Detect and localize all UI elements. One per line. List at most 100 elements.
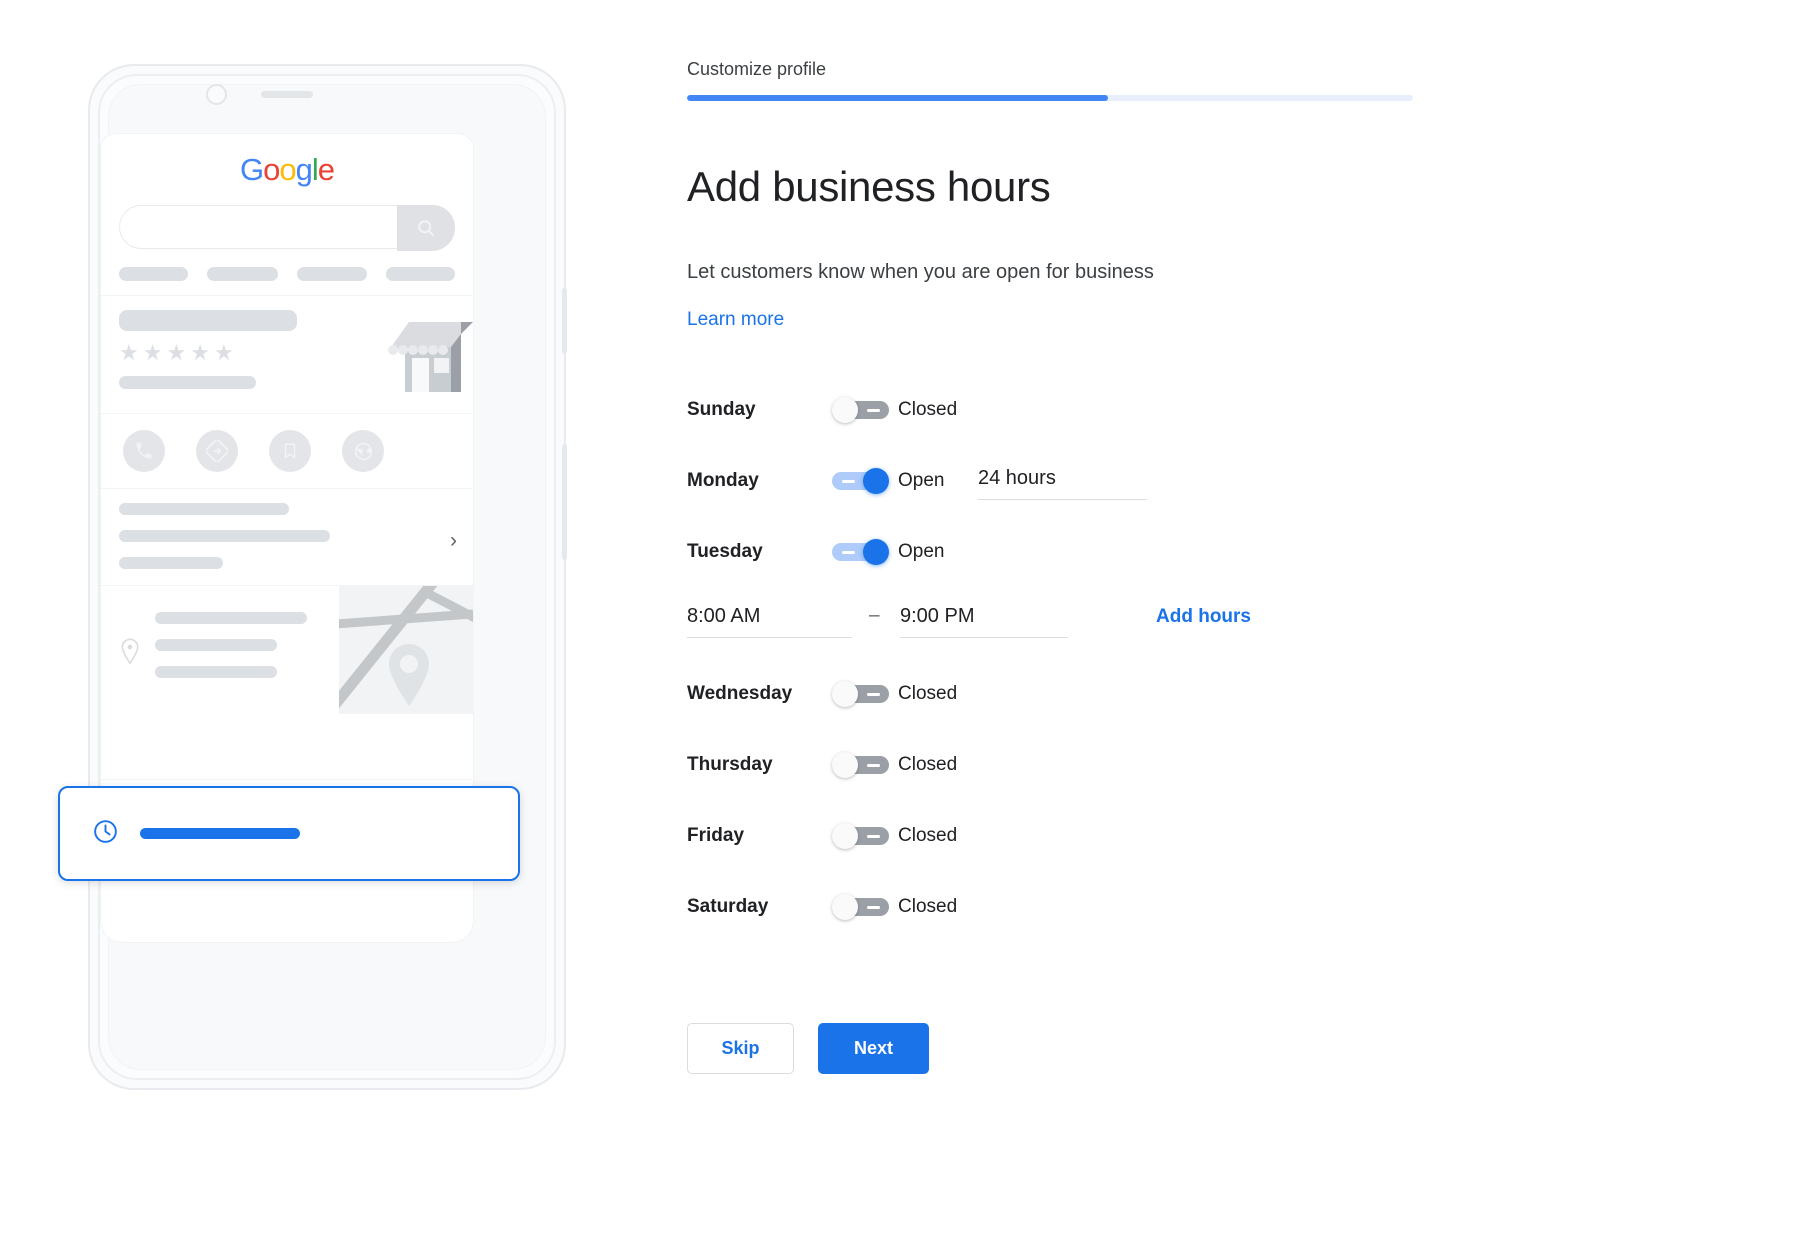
day-label-monday: Monday	[687, 470, 759, 491]
address-line-placeholder	[155, 612, 307, 624]
day-row-saturday: Saturday Closed	[687, 882, 1387, 953]
toggle-dash	[867, 906, 880, 909]
time-range-separator: –	[869, 605, 880, 626]
page-subtitle: Let customers know when you are open for…	[687, 261, 1154, 283]
progress-bar-fill	[687, 95, 1109, 101]
day-label-sunday: Sunday	[687, 399, 756, 420]
toggle-knob	[832, 752, 858, 778]
step-label: Customize profile	[687, 59, 827, 79]
day-toggle-tuesday[interactable]	[832, 539, 889, 565]
day-toggle-thursday[interactable]	[832, 752, 889, 778]
business-category-placeholder	[119, 376, 256, 389]
day-row-monday: Monday Open	[687, 456, 1387, 527]
day-label-wednesday: Wednesday	[687, 683, 793, 704]
star-icon: ★	[213, 340, 234, 365]
form-panel: Customize profile Add business hours Let…	[687, 0, 1808, 1238]
day-toggle-wednesday[interactable]	[832, 681, 889, 707]
search-icon[interactable]	[397, 205, 455, 251]
chip-placeholder	[297, 267, 367, 281]
phone-info-section[interactable]: ›	[101, 488, 473, 585]
directions-icon[interactable]	[196, 430, 238, 472]
day-toggle-sunday[interactable]	[832, 397, 889, 423]
phone-address-section[interactable]	[101, 585, 473, 714]
toggle-dash	[842, 551, 855, 554]
globe-icon[interactable]	[342, 430, 384, 472]
phone-preview-panel: Google ★ ★ ★ ★ ★ ›	[0, 0, 680, 1238]
toggle-dash	[867, 835, 880, 838]
phone-search-bar[interactable]	[119, 205, 455, 251]
day-label-thursday: Thursday	[687, 754, 773, 775]
bookmark-icon[interactable]	[269, 430, 311, 472]
toggle-dash	[867, 409, 880, 412]
star-icon: ★	[119, 340, 139, 365]
day-toggle-monday[interactable]	[832, 468, 889, 494]
chip-placeholder	[119, 267, 189, 281]
day-row-wednesday: Wednesday Closed	[687, 669, 1387, 740]
page-title: Add business hours	[687, 163, 1051, 210]
page-root: Google ★ ★ ★ ★ ★ › Customize profile Add…	[0, 0, 1808, 1238]
add-hours-link[interactable]: Add hours	[1156, 606, 1251, 628]
toggle-dash	[842, 480, 855, 483]
address-line-placeholder	[155, 666, 277, 678]
info-line-placeholder	[119, 530, 330, 542]
day-label-saturday: Saturday	[687, 896, 769, 917]
phone-speaker-grille	[261, 91, 313, 98]
day-toggle-friday[interactable]	[832, 823, 889, 849]
tuesday-open-time-input[interactable]	[687, 605, 852, 638]
hours-text-placeholder	[140, 828, 300, 839]
phone-camera-icon	[206, 84, 227, 105]
form-actions: Skip Next	[687, 1023, 929, 1074]
google-logo: Google	[239, 152, 335, 187]
toggle-knob	[832, 823, 858, 849]
day-label-tuesday: Tuesday	[687, 541, 763, 562]
day-state-sunday: Closed	[898, 399, 958, 420]
phone-volume-button	[562, 288, 567, 354]
chevron-right-icon[interactable]: ›	[450, 529, 457, 553]
day-state-tuesday: Open	[898, 541, 945, 562]
monday-hours-input[interactable]	[978, 467, 1147, 500]
business-hours-highlight-card[interactable]	[58, 786, 520, 881]
info-line-placeholder	[119, 503, 289, 515]
toggle-knob	[832, 894, 858, 920]
business-hours-list: Sunday Closed Monday Open 24 hours Tuesd…	[687, 385, 1387, 953]
day-row-sunday: Sunday Closed	[687, 385, 1387, 456]
day-state-thursday: Closed	[898, 754, 958, 775]
day-state-friday: Closed	[898, 825, 958, 846]
phone-business-card: ★ ★ ★ ★ ★	[101, 295, 473, 413]
phone-action-buttons	[101, 413, 473, 488]
star-icon: ★	[166, 340, 187, 365]
toggle-knob	[863, 539, 889, 565]
chip-placeholder	[385, 267, 456, 281]
day-state-wednesday: Closed	[898, 683, 958, 704]
day-state-saturday: Closed	[898, 896, 958, 917]
storefront-icon	[379, 320, 473, 392]
business-name-placeholder	[119, 310, 297, 331]
map-pin-icon	[119, 638, 141, 670]
day-toggle-saturday[interactable]	[832, 894, 889, 920]
toggle-knob	[863, 468, 889, 494]
star-icon: ★	[190, 340, 210, 365]
phone-power-button	[562, 444, 567, 560]
day-row-friday: Friday Closed	[687, 811, 1387, 882]
phone-filter-chips	[101, 249, 473, 295]
learn-more-link[interactable]: Learn more	[687, 309, 784, 331]
star-icon: ★	[142, 340, 163, 365]
skip-button[interactable]: Skip	[687, 1023, 794, 1074]
day-row-tuesday: Tuesday Open – Add hours	[687, 527, 1387, 669]
tuesday-close-time-input[interactable]	[900, 605, 1068, 638]
info-line-placeholder	[119, 557, 223, 569]
clock-icon	[92, 818, 119, 850]
day-label-friday: Friday	[687, 825, 745, 846]
address-line-placeholder	[155, 639, 277, 651]
next-button[interactable]: Next	[818, 1023, 929, 1074]
chip-placeholder	[207, 267, 279, 281]
toggle-knob	[832, 397, 858, 423]
toggle-knob	[832, 681, 858, 707]
day-row-thursday: Thursday Closed	[687, 740, 1387, 811]
map-thumbnail[interactable]	[339, 586, 473, 714]
progress-bar	[687, 95, 1413, 101]
day-state-monday: Open	[898, 470, 945, 491]
toggle-dash	[867, 764, 880, 767]
phone-icon[interactable]	[123, 430, 165, 472]
toggle-dash	[867, 693, 880, 696]
